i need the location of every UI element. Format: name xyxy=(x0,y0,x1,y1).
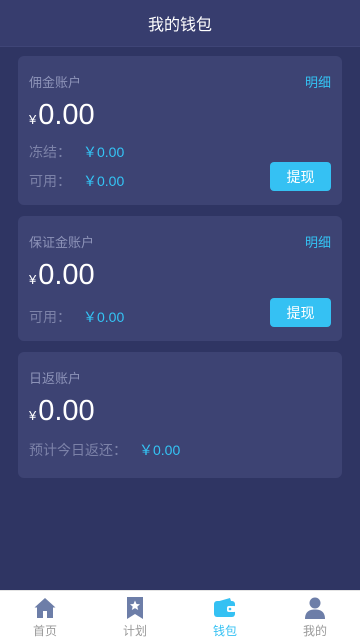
deposit-account-card: 保证金账户 明细 ¥ 0.00 可用： ￥0.00 提现 xyxy=(18,216,342,341)
card-title: 日返账户 xyxy=(29,371,82,386)
commission-account-card: 佣金账户 明细 ¥ 0.00 冻结： ￥0.00 可用： ￥0.00 提现 xyxy=(18,56,342,205)
available-label: 可用： xyxy=(29,309,71,325)
commission-detail-link[interactable]: 明细 xyxy=(305,72,331,91)
expected-return-value: ￥0.00 xyxy=(139,442,181,458)
daily-return-balance: ¥ 0.00 xyxy=(29,395,331,428)
expected-return-label: 预计今日返还： xyxy=(29,442,127,458)
deposit-detail-link[interactable]: 明细 xyxy=(305,232,331,251)
available-value: ￥0.00 xyxy=(83,173,125,189)
frozen-row: 冻结： ￥0.00 xyxy=(29,142,331,162)
expected-return-row: 预计今日返还： ￥0.00 xyxy=(29,440,331,460)
card-title: 保证金账户 xyxy=(29,235,95,250)
available-row: 可用： ￥0.00 xyxy=(29,171,124,191)
wallet-screen: 我的钱包 佣金账户 明细 ¥ 0.00 冻结： ￥0.00 可用： ￥0.00 xyxy=(0,0,360,642)
frozen-label: 冻结： xyxy=(29,144,71,160)
tab-profile[interactable]: 我的 xyxy=(270,591,360,642)
wallet-icon xyxy=(214,598,236,617)
available-label: 可用： xyxy=(29,173,71,189)
bookmark-star-icon xyxy=(127,597,143,619)
user-icon xyxy=(305,597,325,619)
frozen-value: ￥0.00 xyxy=(83,144,125,160)
bottom-tab-bar: 首页 计划 钱包 我的 xyxy=(0,590,360,642)
balance-amount: 0.00 xyxy=(38,259,95,291)
card-title: 佣金账户 xyxy=(29,75,82,90)
tab-wallet[interactable]: 钱包 xyxy=(180,591,270,642)
tab-label: 钱包 xyxy=(212,624,237,638)
commission-withdraw-button[interactable]: 提现 xyxy=(270,162,331,191)
deposit-balance: ¥ 0.00 xyxy=(29,259,331,292)
tab-label: 首页 xyxy=(32,624,57,638)
page-title: 我的钱包 xyxy=(147,17,212,34)
wallet-content: 佣金账户 明细 ¥ 0.00 冻结： ￥0.00 可用： ￥0.00 提现 保证… xyxy=(0,47,360,478)
home-icon xyxy=(34,598,56,618)
tab-home[interactable]: 首页 xyxy=(0,591,90,642)
balance-amount: 0.00 xyxy=(38,99,95,131)
daily-return-account-card: 日返账户 ¥ 0.00 预计今日返还： ￥0.00 xyxy=(18,352,342,478)
page-header: 我的钱包 xyxy=(0,0,360,47)
available-value: ￥0.00 xyxy=(83,309,125,325)
tab-label: 我的 xyxy=(302,624,327,638)
deposit-withdraw-button[interactable]: 提现 xyxy=(270,298,331,327)
available-row: 可用： ￥0.00 xyxy=(29,307,124,327)
tab-label: 计划 xyxy=(122,624,147,638)
currency-symbol: ¥ xyxy=(29,272,37,287)
balance-amount: 0.00 xyxy=(38,395,95,427)
currency-symbol: ¥ xyxy=(29,408,37,423)
commission-balance: ¥ 0.00 xyxy=(29,99,331,132)
tab-plan[interactable]: 计划 xyxy=(90,591,180,642)
currency-symbol: ¥ xyxy=(29,112,37,127)
